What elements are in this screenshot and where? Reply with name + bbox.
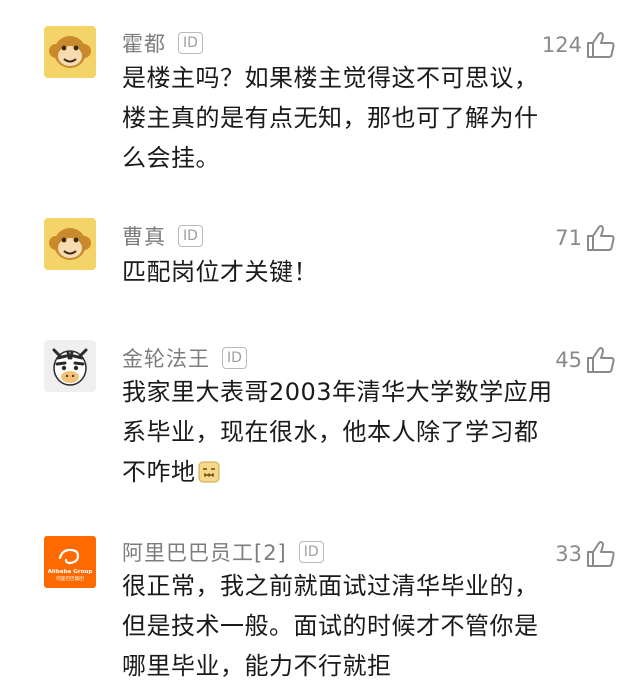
thumbs-up-icon (587, 225, 615, 251)
id-badge: ID (298, 541, 324, 563)
like-count: 33 (555, 542, 582, 566)
user-row: 金轮法王 ID (122, 343, 247, 373)
comment-text: 匹配岗位才关键！ (122, 258, 318, 286)
user-row: 霍都 ID (122, 28, 203, 58)
like-button[interactable]: 33 (555, 539, 616, 569)
username[interactable]: 阿里巴巴员工[2] (122, 537, 287, 567)
username[interactable]: 霍都 (122, 28, 166, 58)
like-button[interactable]: 45 (555, 345, 616, 375)
like-button[interactable]: 71 (555, 223, 616, 253)
avatar[interactable] (44, 218, 96, 270)
avatar[interactable] (44, 340, 96, 392)
comment-text: 我家里大表哥2003年清华大学数学应用 系毕业，现在很水，他本人除了学习都 不咋… (122, 372, 562, 492)
id-badge: ID (222, 347, 247, 369)
user-row: 阿里巴巴员工[2] ID (122, 537, 324, 567)
like-count: 45 (555, 348, 582, 372)
id-badge: ID (178, 32, 203, 54)
user-row: 曹真 ID (122, 221, 203, 251)
like-count: 124 (541, 33, 582, 57)
thumbs-up-icon (587, 347, 615, 373)
monkey-avatar-icon (44, 26, 96, 78)
avatar[interactable] (44, 26, 96, 78)
awkward-smile-emoji-icon (198, 461, 219, 483)
like-count: 71 (555, 226, 582, 250)
comment-text: 是楼主吗？如果楼主觉得这不可思议， 楼主真的是有点无知，那也可了解为什 么会挂。 (122, 64, 539, 172)
comment-text: 很正常，我之前就面试过清华毕业的， 但是技术一般。面试的时候才不管你是 哪里毕业… (122, 572, 539, 680)
like-button[interactable]: 124 (542, 30, 616, 60)
alibaba-cn-text: 阿里巴巴集团 (56, 575, 84, 582)
zebra-avatar-icon (44, 340, 96, 392)
alibaba-logo-text: Alibaba Group (48, 569, 93, 575)
monkey-avatar-icon (44, 218, 96, 270)
alibaba-logo-avatar-icon: Alibaba Group 阿里巴巴集团 (44, 536, 96, 588)
avatar[interactable]: Alibaba Group 阿里巴巴集团 (44, 536, 96, 588)
username[interactable]: 曹真 (122, 221, 166, 251)
comment-feed: 霍都 ID 124 是楼主吗？如果楼主觉得这不可思议， 楼主真的是有点无知，那也… (0, 0, 640, 682)
id-badge: ID (178, 225, 203, 247)
username[interactable]: 金轮法王 (122, 343, 210, 373)
comment-text-body: 我家里大表哥2003年清华大学数学应用 系毕业，现在很水，他本人除了学习都 不咋… (122, 378, 553, 486)
thumbs-up-icon (587, 541, 615, 567)
thumbs-up-icon (587, 32, 615, 58)
